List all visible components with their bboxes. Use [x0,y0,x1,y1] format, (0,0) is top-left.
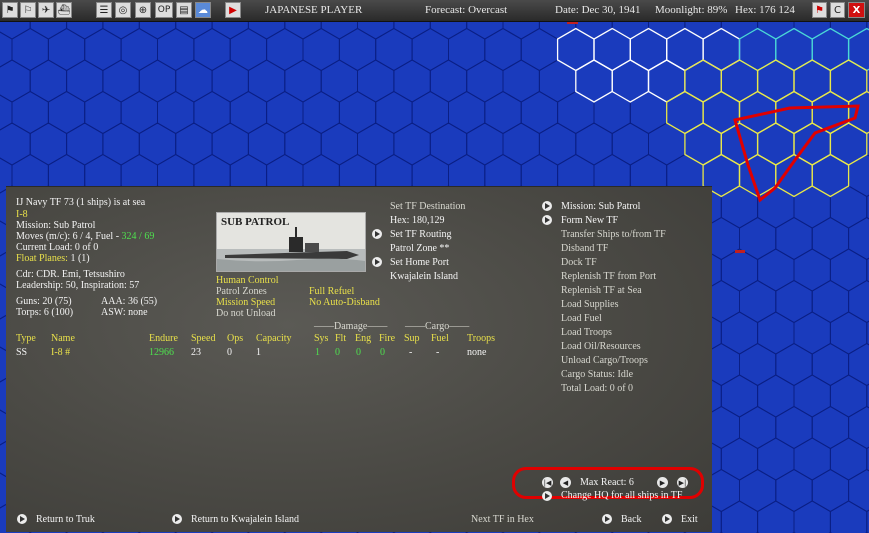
float-planes[interactable]: Float Planes: 1 (1) [16,253,90,265]
row-sys: 1 [315,347,320,358]
load-fuel-button[interactable]: Load Fuel [561,313,602,325]
col-eng: Eng [355,333,372,344]
load-supplies-button[interactable]: Load Supplies [561,299,619,311]
report-icon[interactable]: ▤ [176,2,192,18]
back-button[interactable]: Back [621,514,642,526]
col-troops: Troops [467,333,495,344]
col-ops: Ops [227,333,244,344]
form-new-tf-button[interactable]: Form New TF [561,215,618,227]
row-type: SS [16,347,28,358]
flag-outline-icon[interactable]: ⚐ [20,2,36,18]
set-destination-label[interactable]: Set TF Destination [390,201,465,213]
moonlight-readout: Moonlight: 89% [655,4,728,16]
col-endure: Endure [149,333,178,344]
return-to-truk-button[interactable]: Return to Truk [36,514,95,526]
row-endure: 12966 [149,347,174,358]
row-speed: 23 [191,347,201,358]
unload-cargo-button[interactable]: Unload Cargo/Troops [561,355,648,367]
c-button[interactable]: C [830,2,845,18]
col-type: Type [16,333,36,344]
home-port-arrow-icon[interactable] [372,257,382,267]
back-arrow-icon[interactable] [602,514,612,524]
col-sys: Sys [314,333,329,344]
row-fire: 0 [380,347,385,358]
torps: Torps: 6 (100) [16,307,74,318]
do-not-unload-toggle[interactable]: Do not Unload [216,308,275,320]
flag-red-icon[interactable]: ⚑ [812,2,827,18]
row-eng: 0 [356,347,361,358]
task-force-panel: IJ Navy TF 73 (1 ships) is at sea I-8 Mi… [6,186,712,532]
disband-tf-button[interactable]: Disband TF [561,243,608,255]
col-name: Name [51,333,75,344]
patrol-zone-text: Patrol Zone ** [390,243,450,254]
next-tf-in-hex-button[interactable]: Next TF in Hex [471,514,534,526]
base-marker[interactable] [735,250,745,253]
row-capacity: 1 [256,347,261,358]
mission-image-label: SUB PATROL [221,216,290,228]
transfer-ships-button[interactable]: Transfer Ships to/from TF [561,229,666,241]
col-flt: Flt [335,333,347,344]
home-port-name: Kwajalein Island [390,271,459,282]
form-tf-arrow-icon[interactable] [542,215,552,225]
cargo-group-header: ——Cargo—— [405,321,470,332]
top-toolbar: ⚑ ⚐ ✈ ⛴ ☰ ◎ ⊕ OP ▤ ☁ ▶ JAPANESE PLAYER F… [0,0,869,22]
airfield-icon[interactable]: ✈ [38,2,54,18]
game-date: Date: Dec 30, 1941 [555,4,641,16]
asw: ASW: none [101,307,148,318]
row-fuel: - [436,347,440,358]
sky-icon[interactable]: ☁ [195,2,211,18]
ship-icon[interactable]: ⛴ [56,2,72,18]
load-oil-button[interactable]: Load Oil/Resources [561,341,641,353]
total-load: Total Load: 0 of 0 [561,383,634,394]
set-home-port-button[interactable]: Set Home Port [390,257,449,269]
row-name[interactable]: I-8 # [51,347,70,359]
destination-hex: Hex: 180,129 [390,215,445,226]
list-icon[interactable]: ☰ [96,2,112,18]
exit-button[interactable]: Exit [681,514,698,526]
weather-forecast: Forecast: Overcast [425,4,508,16]
mission-button[interactable]: Mission: Sub Patrol [561,201,640,213]
end-turn-play-icon[interactable]: ▶ [225,2,241,18]
return-to-kwajalein-button[interactable]: Return to Kwajalein Island [191,514,299,526]
mission-arrow-icon[interactable] [542,201,552,211]
cargo-status: Cargo Status: Idle [561,369,634,380]
flag-icon[interactable]: ⚑ [2,2,18,18]
row-sup: - [409,347,413,358]
sub-patrol-image: SUB PATROL [216,212,366,272]
close-icon[interactable]: X [848,2,865,18]
exit-arrow-icon[interactable] [662,514,672,524]
moves-label: Moves (m/c): 6 / 4, Fuel - [16,231,122,242]
dock-tf-button[interactable]: Dock TF [561,257,597,269]
row-troops: none [467,347,487,358]
globe-icon[interactable]: ◎ [115,2,131,18]
return-kwaj-arrow-icon[interactable] [172,514,182,524]
row-ops: 0 [227,347,232,358]
col-sup: Sup [404,333,420,344]
leadership: Leadership: 50, Inspiration: 57 [16,280,140,291]
return-truk-arrow-icon[interactable] [17,514,27,524]
routing-arrow-icon[interactable] [372,229,382,239]
no-auto-disband-toggle[interactable]: No Auto-Disband [309,297,380,309]
target-icon[interactable]: ⊕ [135,2,151,18]
change-hq-arrow-icon[interactable] [542,491,552,501]
fuel-value: 324 / 69 [121,231,155,242]
load-troops-button[interactable]: Load Troops [561,327,612,339]
float-planes-value: 1 (1) [70,253,90,264]
replenish-sea-button[interactable]: Replenish TF at Sea [561,285,642,297]
change-hq-button[interactable]: Change HQ for all ships in TF [561,490,682,502]
damage-group-header: ——Damage—— [314,321,388,332]
col-speed: Speed [191,333,216,344]
float-planes-label: Float Planes: [16,253,71,264]
hex-coordinates: Hex: 176 124 [735,4,795,16]
row-flt: 0 [335,347,340,358]
player-label: JAPANESE PLAYER [265,4,363,16]
col-capacity: Capacity [256,333,292,344]
set-routing-button[interactable]: Set TF Routing [390,229,452,241]
tf-title: IJ Navy TF 73 (1 ships) is at sea [16,197,146,208]
op-button[interactable]: OP [155,2,173,18]
replenish-port-button[interactable]: Replenish TF from Port [561,271,656,283]
col-fire: Fire [379,333,396,344]
col-fuel: Fuel [431,333,449,344]
